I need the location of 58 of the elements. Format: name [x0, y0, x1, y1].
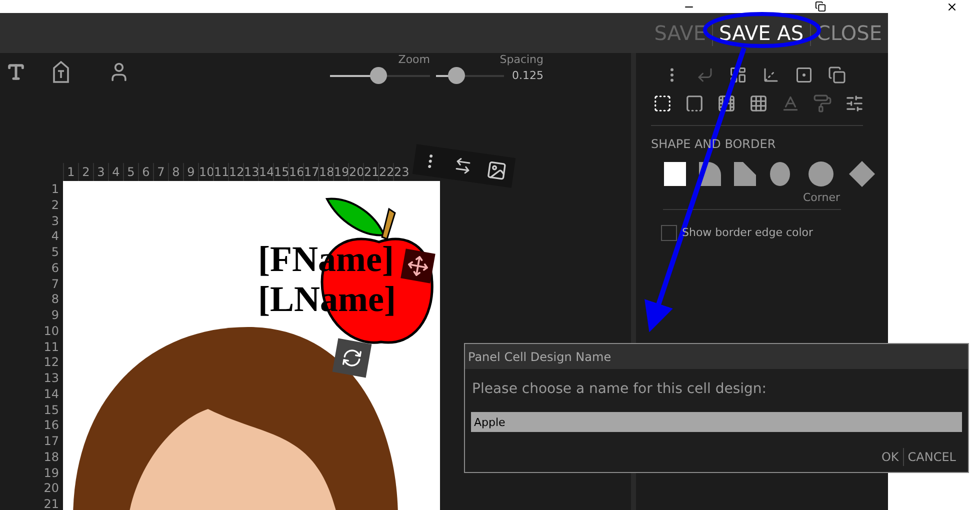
- ruler-number: 9: [51, 308, 59, 324]
- text-color-icon[interactable]: [780, 94, 800, 112]
- dotted-square-icon[interactable]: [794, 66, 813, 84]
- ruler-number: 15: [44, 402, 59, 418]
- slider-label: Zoom: [398, 53, 430, 67]
- ruler-number: 11: [44, 340, 59, 356]
- text-tag-icon[interactable]: [52, 61, 70, 83]
- ruler-number: 18: [44, 450, 59, 466]
- shape-caption: Corner: [802, 190, 840, 206]
- ruler-number: 21: [44, 497, 59, 510]
- move-icon: [405, 253, 431, 279]
- restore-icon[interactable]: [815, 1, 826, 12]
- slider-thumb[interactable]: [370, 67, 387, 84]
- ruler-number: 2: [51, 198, 59, 214]
- dialog-button[interactable]: CANCEL: [908, 448, 956, 466]
- grid-icon[interactable]: [748, 94, 768, 112]
- text-size-icon[interactable]: [6, 62, 26, 82]
- dialog-title: Panel Cell Design Name: [468, 348, 612, 366]
- dialog-prompt: Please choose a name for this cell design:: [471, 380, 768, 399]
- layout-icon[interactable]: [728, 66, 747, 84]
- ruler-number: 19: [44, 466, 59, 482]
- dashed-square-icon[interactable]: [652, 94, 672, 112]
- header-button[interactable]: SAVE AS: [719, 21, 804, 45]
- axes-icon[interactable]: [762, 66, 780, 84]
- ruler-number: 13: [44, 371, 59, 387]
- dialog-button[interactable]: OK: [881, 448, 899, 466]
- ruler-number: 8: [51, 292, 59, 308]
- slider-label: Spacing: [500, 53, 544, 67]
- slider-thumb[interactable]: [448, 67, 466, 84]
- dashed-box-icon[interactable]: [684, 94, 704, 112]
- ruler-number: 7: [51, 276, 59, 292]
- square-shape-button[interactable]: [662, 161, 689, 187]
- name-placeholder-text: [FName]: [258, 239, 395, 279]
- ruler-number: 14: [44, 386, 59, 402]
- ruler-number: 10: [44, 324, 59, 340]
- ruler-number: 3: [51, 214, 59, 230]
- slider-value: 0.125: [512, 68, 544, 84]
- ruler-number: 6: [51, 260, 59, 276]
- film-icon[interactable]: [716, 94, 736, 112]
- ruler-number: 20: [44, 481, 59, 497]
- circle-shape-button[interactable]: [808, 161, 834, 187]
- ruler-number: 12: [44, 355, 59, 371]
- ruler-number: 16: [44, 418, 59, 434]
- ruler-number: 4: [51, 229, 59, 245]
- header-button[interactable]: CLOSE: [816, 21, 882, 45]
- ruler-number: 5: [51, 245, 59, 261]
- close-icon[interactable]: [946, 0, 958, 12]
- sliders-icon[interactable]: [844, 94, 864, 112]
- stacked-squares-icon[interactable]: [828, 66, 846, 84]
- ruler-number: 1: [51, 182, 59, 198]
- name-input-field[interactable]: Apple: [471, 412, 962, 432]
- ruler-number: 17: [44, 434, 59, 450]
- slider[interactable]: [436, 67, 504, 85]
- cut-shape-button[interactable]: [732, 161, 759, 187]
- checkbox[interactable]: [660, 224, 677, 241]
- image-icon[interactable]: [485, 159, 508, 182]
- slider[interactable]: [330, 67, 430, 85]
- diamond-shape-button[interactable]: [849, 161, 875, 187]
